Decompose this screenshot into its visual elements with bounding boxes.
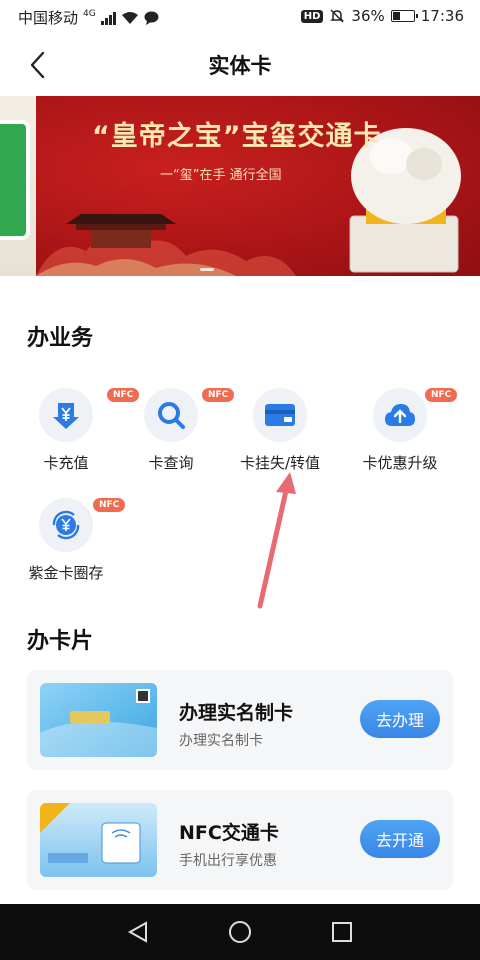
cloud-upload-icon xyxy=(385,404,415,426)
card-icon xyxy=(265,404,295,426)
nav-back-icon[interactable] xyxy=(126,920,150,944)
promo-banner[interactable]: “皇帝之宝”宝玺交通卡 一“玺”在手 通行全国 xyxy=(0,96,480,276)
battery-icon xyxy=(390,10,418,22)
nav-home-icon[interactable] xyxy=(228,920,252,944)
nfc-badge: NFC xyxy=(425,388,458,402)
signal-icon xyxy=(100,11,116,25)
nfc-badge: NFC xyxy=(93,498,126,512)
service-icon-wrap xyxy=(39,388,93,442)
network-type: 4G xyxy=(83,8,96,19)
annotation-arrow-icon xyxy=(257,472,296,609)
banner-headline: “皇帝之宝”宝玺交通卡 xyxy=(92,121,382,152)
carrier-label: 中国移动 xyxy=(18,9,79,27)
service-label: 紫金卡圈存 xyxy=(28,564,104,582)
card-title: 办理实名制卡 xyxy=(179,702,294,724)
banner-slide: “皇帝之宝”宝玺交通卡 一“玺”在手 通行全国 xyxy=(36,96,480,276)
service-icon-wrap xyxy=(253,388,307,442)
service-load[interactable]: 紫金卡圈存 NFC xyxy=(11,498,126,583)
business-section-title: 办业务 xyxy=(27,326,94,351)
card-nfc: NFC交通卡 手机出行享优惠 去开通 xyxy=(27,790,453,890)
nfc-card-image xyxy=(40,803,157,877)
service-upgrade[interactable]: 卡优惠升级 NFC xyxy=(345,388,458,473)
battery-percent: 36% xyxy=(351,7,385,25)
system-nav-bar xyxy=(0,904,480,960)
realname-card-image xyxy=(40,683,157,757)
service-icon-wrap xyxy=(39,498,93,552)
page-title: 实体卡 xyxy=(208,54,272,78)
clock: 17:36 xyxy=(420,7,464,25)
card-subtitle: 手机出行享优惠 xyxy=(179,853,277,869)
hd-badge: HD xyxy=(300,9,324,23)
header: 实体卡 xyxy=(0,34,480,96)
search-icon xyxy=(158,402,185,429)
message-icon xyxy=(144,11,159,25)
card-title: NFC交通卡 xyxy=(179,822,279,844)
nav-recents-icon[interactable] xyxy=(330,920,354,944)
status-bar: 中国移动 4G HD 36% 17:36 xyxy=(0,0,480,34)
service-icon-wrap xyxy=(144,388,198,442)
cards-section-title: 办卡片 xyxy=(27,629,94,654)
card-realname: 办理实名制卡 办理实名制卡 去办理 xyxy=(27,670,453,770)
banner-prev-slide xyxy=(0,96,36,276)
wifi-icon xyxy=(121,11,138,24)
card-subtitle: 办理实名制卡 xyxy=(179,733,263,749)
service-recharge[interactable]: 卡充值 NFC xyxy=(11,388,140,473)
service-icon-wrap xyxy=(373,388,427,442)
service-label: 卡充值 xyxy=(43,454,89,472)
yuan-refresh-icon xyxy=(52,510,80,540)
service-label: 卡优惠升级 xyxy=(362,454,438,472)
carousel-indicator xyxy=(200,268,214,271)
activate-nfc-button[interactable]: 去开通 xyxy=(360,820,440,858)
banner-subline: 一“玺”在手 通行全国 xyxy=(160,168,282,183)
service-report-loss[interactable]: 卡挂失/转值 xyxy=(225,388,335,473)
apply-realname-button[interactable]: 去办理 xyxy=(360,700,440,738)
yuan-down-icon xyxy=(53,403,79,429)
mute-bell-icon xyxy=(330,9,345,23)
service-query[interactable]: 卡查询 NFC xyxy=(116,388,235,473)
service-label: 卡查询 xyxy=(148,454,194,472)
cloud-pattern-icon xyxy=(36,214,296,276)
